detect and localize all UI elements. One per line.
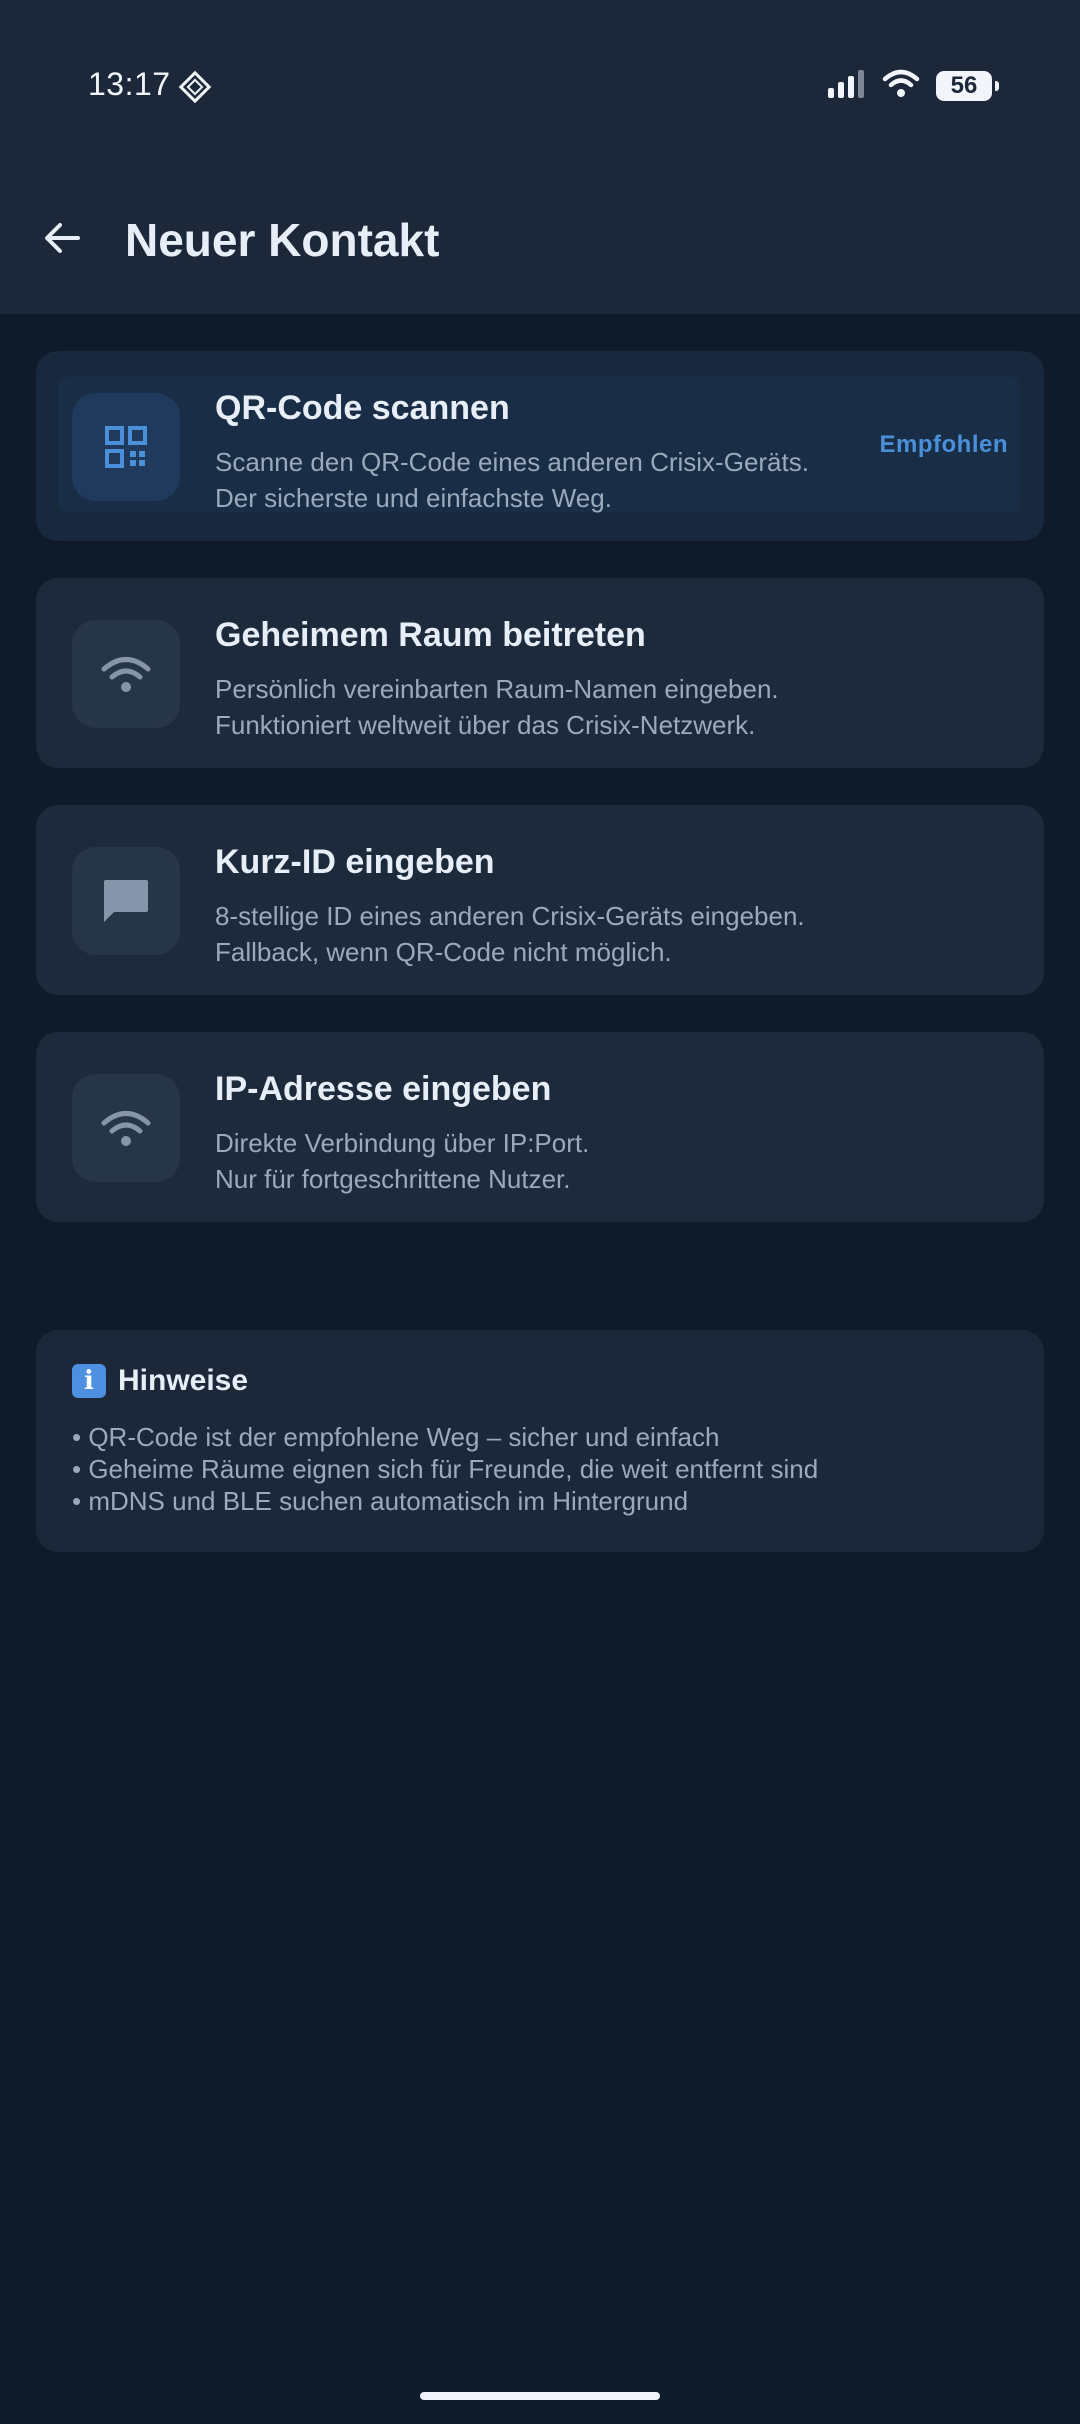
option-description: Nur für fortgeschrittene Nutzer. [215, 1164, 571, 1194]
screen: 13:17 56 Neuer Kontakt QR-Code scannen S… [0, 0, 1080, 2424]
option-description: Persönlich vereinbarten Raum-Namen einge… [215, 674, 779, 704]
option-description: 8-stellige ID eines anderen Crisix-Gerät… [215, 901, 805, 931]
option-enter-ip-address[interactable]: IP-Adresse eingeben Direkte Verbindung ü… [36, 1032, 1044, 1222]
option-enter-short-id[interactable]: Kurz-ID eingeben 8-stellige ID eines and… [36, 805, 1044, 995]
vpn-diamond-icon [178, 70, 212, 104]
wifi-icon [72, 620, 180, 728]
recommended-badge: Empfohlen [879, 431, 1008, 458]
wifi-icon [72, 1074, 180, 1182]
battery-indicator: 56 [936, 70, 999, 101]
option-title: IP-Adresse eingeben [215, 1070, 552, 1108]
home-indicator[interactable] [420, 2392, 660, 2400]
option-description: Der sicherste und einfachste Weg. [215, 483, 612, 513]
hints-card: i Hinweise • QR-Code ist der empfohlene … [36, 1330, 1044, 1552]
hints-header: i Hinweise [72, 1364, 248, 1398]
option-join-secret-room[interactable]: Geheimem Raum beitreten Persönlich verei… [36, 578, 1044, 768]
option-description: Fallback, wenn QR-Code nicht möglich. [215, 937, 672, 967]
option-description: Direkte Verbindung über IP:Port. [215, 1128, 590, 1158]
qr-code-icon [72, 393, 180, 501]
option-title: Geheimem Raum beitreten [215, 616, 646, 654]
option-title: Kurz-ID eingeben [215, 843, 495, 881]
status-icons: 56 [826, 68, 999, 103]
option-description: Scanne den QR-Code eines anderen Crisix-… [215, 447, 809, 477]
top-bar: 13:17 56 Neuer Kontakt [0, 0, 1080, 314]
chat-icon [72, 847, 180, 955]
signal-icon [826, 68, 866, 103]
wifi-status-icon [882, 68, 920, 103]
option-description: Funktioniert weltweit über das Crisix-Ne… [215, 710, 756, 740]
arrow-back-icon [45, 223, 80, 253]
status-time: 13:17 [88, 66, 171, 102]
back-button[interactable] [36, 212, 88, 264]
page-title: Neuer Kontakt [125, 214, 440, 266]
hints-title: Hinweise [118, 1364, 249, 1397]
option-scan-qr-code[interactable]: QR-Code scannen Scanne den QR-Code eines… [36, 351, 1044, 541]
hint-item: • mDNS und BLE suchen automatisch im Hin… [72, 1486, 689, 1516]
option-title: QR-Code scannen [215, 389, 510, 427]
hint-item: • Geheime Räume eignen sich für Freunde,… [72, 1454, 819, 1484]
info-icon: i [72, 1364, 106, 1398]
hint-item: • QR-Code ist der empfohlene Weg – siche… [72, 1422, 720, 1452]
